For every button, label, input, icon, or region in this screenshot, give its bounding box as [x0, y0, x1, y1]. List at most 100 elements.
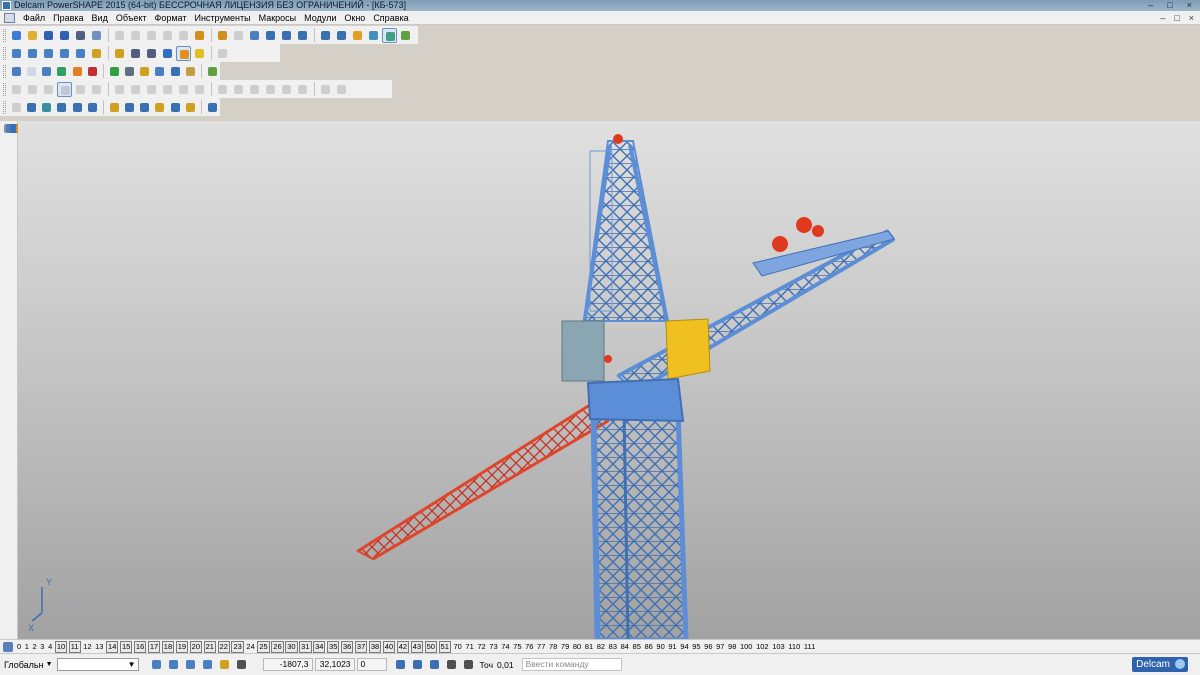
undo-icon[interactable] — [192, 28, 207, 43]
sphere-green-icon[interactable] — [54, 64, 68, 79]
surface-loft-icon[interactable] — [183, 100, 197, 115]
level-23[interactable]: 23 — [231, 640, 244, 653]
level-36[interactable]: 36 — [340, 640, 354, 653]
menu-macros[interactable]: Макросы — [255, 11, 301, 25]
open-icon[interactable] — [25, 28, 40, 43]
doc-minimize-button[interactable]: – — [1160, 11, 1165, 25]
polar-coord-icon[interactable] — [444, 657, 459, 672]
solid-extrude-icon[interactable] — [144, 82, 159, 97]
level-76[interactable]: 76 — [524, 642, 534, 652]
save-as-icon[interactable] — [57, 28, 72, 43]
solid-fillet-icon[interactable] — [192, 82, 207, 97]
counter-jib[interactable] — [356, 401, 610, 561]
level-70[interactable]: 70 — [452, 642, 462, 652]
level-81[interactable]: 81 — [584, 642, 594, 652]
level-51[interactable]: 51 — [438, 640, 451, 653]
level-84[interactable]: 84 — [620, 642, 630, 652]
surface-block-icon[interactable] — [54, 100, 68, 115]
menu-help[interactable]: Справка — [369, 11, 412, 25]
abs-coord-icon[interactable] — [410, 657, 425, 672]
delete-icon[interactable] — [176, 28, 191, 43]
circle-icon[interactable] — [295, 28, 310, 43]
coord-z-field[interactable]: 0 — [356, 658, 387, 671]
toolbar-grip[interactable] — [3, 46, 6, 60]
globe-icon[interactable] — [160, 46, 175, 61]
level-72[interactable]: 72 — [476, 642, 486, 652]
line-icon[interactable] — [263, 28, 278, 43]
level-30[interactable]: 30 — [285, 640, 298, 653]
view-iso-icon[interactable] — [41, 46, 56, 61]
solid-box-icon[interactable] — [57, 81, 72, 97]
menu-file[interactable]: Файл — [19, 11, 49, 25]
solid-draft-icon[interactable] — [279, 82, 294, 97]
tolerance-value[interactable]: 0,01 — [497, 660, 514, 670]
level-13[interactable]: 13 — [94, 642, 104, 652]
import-icon[interactable] — [205, 64, 219, 79]
level-100[interactable]: 100 — [739, 642, 754, 652]
solid-cylinder-icon[interactable] — [73, 82, 88, 97]
bookmark-icon[interactable] — [39, 64, 53, 79]
level-91[interactable]: 91 — [667, 642, 677, 652]
arrow-icon[interactable] — [122, 64, 136, 79]
solid-icon[interactable] — [366, 28, 381, 43]
level-96[interactable]: 96 — [703, 642, 713, 652]
surface-plane-icon[interactable] — [39, 100, 53, 115]
level-79[interactable]: 79 — [560, 642, 570, 652]
level-35[interactable]: 35 — [327, 640, 340, 653]
menu-modules[interactable]: Модули — [300, 11, 340, 25]
level-16[interactable]: 16 — [133, 640, 147, 653]
level-90[interactable]: 90 — [655, 642, 665, 652]
undo-history-icon[interactable] — [89, 28, 104, 43]
dimension-icon[interactable] — [217, 657, 232, 672]
solid-cone-icon[interactable] — [89, 82, 104, 97]
grid-icon[interactable] — [234, 657, 249, 672]
level-74[interactable]: 74 — [500, 642, 510, 652]
shaded-icon[interactable] — [382, 27, 397, 43]
surface-icon[interactable] — [350, 28, 365, 43]
level-combo[interactable]: ▼ — [56, 658, 139, 671]
level-42[interactable]: 42 — [396, 640, 410, 653]
menu-edit[interactable]: Правка — [49, 11, 87, 25]
coord-y-field[interactable]: 32,1023 — [314, 658, 355, 671]
mode-icon[interactable] — [200, 657, 215, 672]
level-94[interactable]: 94 — [679, 642, 689, 652]
level-1[interactable]: 1 — [24, 642, 30, 652]
redo-icon[interactable] — [215, 28, 230, 43]
level-78[interactable]: 78 — [548, 642, 558, 652]
level-18[interactable]: 18 — [161, 640, 175, 653]
level-37[interactable]: 37 — [354, 640, 368, 653]
level-12[interactable]: 12 — [82, 642, 92, 652]
level-97[interactable]: 97 — [715, 642, 725, 652]
surface-torus-icon[interactable] — [122, 100, 136, 115]
solid-spring-icon[interactable] — [128, 82, 143, 97]
solid-spin-icon[interactable] — [160, 82, 175, 97]
level-15[interactable]: 15 — [119, 640, 133, 653]
arc-icon[interactable] — [279, 28, 294, 43]
level-11[interactable]: 11 — [68, 640, 81, 653]
level-10[interactable]: 10 — [54, 640, 68, 653]
level-71[interactable]: 71 — [464, 642, 474, 652]
view-right-icon[interactable] — [73, 46, 88, 61]
level-73[interactable]: 73 — [488, 642, 498, 652]
zoom-fit-icon[interactable] — [144, 46, 159, 61]
level-86[interactable]: 86 — [643, 642, 653, 652]
level-77[interactable]: 77 — [536, 642, 546, 652]
levels-icon[interactable] — [3, 641, 13, 652]
layer-icon[interactable] — [9, 64, 23, 79]
cube-icon[interactable] — [137, 64, 151, 79]
level-103[interactable]: 103 — [771, 642, 786, 652]
curve-icon[interactable] — [318, 28, 333, 43]
menu-view[interactable]: Вид — [88, 11, 112, 25]
solid-sphere-icon[interactable] — [41, 82, 56, 97]
level-43[interactable]: 43 — [410, 640, 423, 653]
calculator-icon[interactable] — [393, 657, 408, 672]
view-front-icon[interactable] — [25, 46, 40, 61]
workplane-icon[interactable] — [166, 657, 181, 672]
light-icon[interactable] — [192, 46, 207, 61]
surface-cylinder-icon[interactable] — [85, 100, 99, 115]
solid-hole-icon[interactable] — [263, 82, 278, 97]
surface-extrude-icon[interactable] — [152, 100, 166, 115]
surface-spin-icon[interactable] — [168, 100, 182, 115]
level-25[interactable]: 25 — [257, 640, 270, 653]
level-2[interactable]: 2 — [32, 642, 38, 652]
